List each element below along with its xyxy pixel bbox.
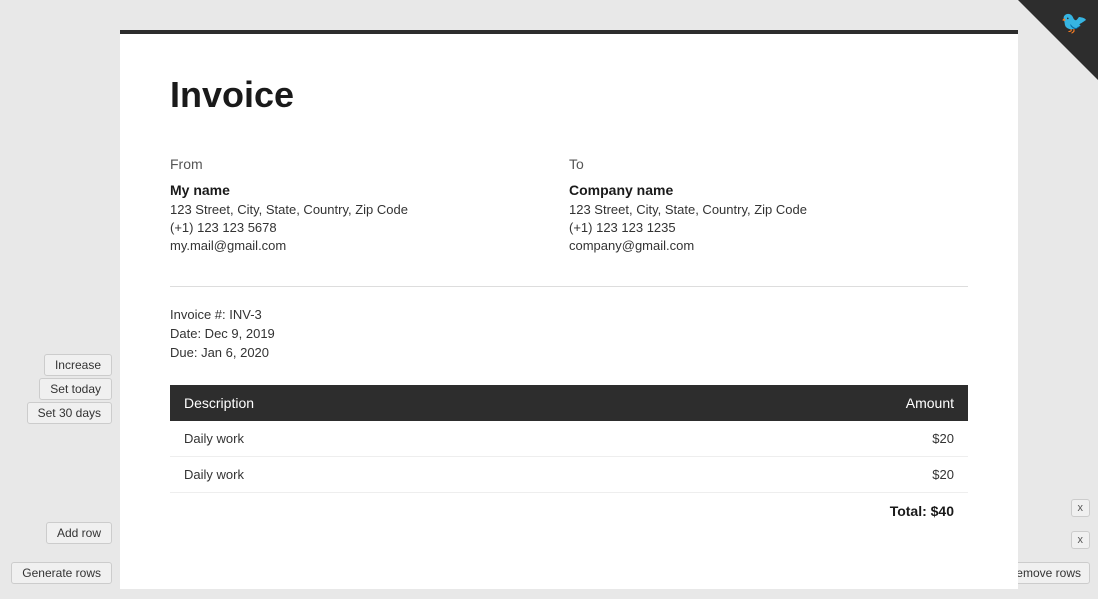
invoice-title: Invoice <box>170 74 968 116</box>
from-label: From <box>170 156 569 172</box>
generate-rows-button[interactable]: Generate rows <box>11 562 112 584</box>
table-row: Daily work$20 <box>170 421 968 457</box>
amount-header: Amount <box>619 385 968 421</box>
to-label: To <box>569 156 968 172</box>
table-header-row: Description Amount <box>170 385 968 421</box>
invoice-meta: Invoice #: INV-3 Date: Dec 9, 2019 Due: … <box>170 307 968 360</box>
amount-cell: $20 <box>619 421 968 457</box>
invoice-document: Invoice From My name 123 Street, City, S… <box>120 30 1018 589</box>
to-block: To Company name 123 Street, City, State,… <box>569 156 968 256</box>
to-phone: (+1) 123 123 1235 <box>569 220 968 235</box>
description-cell: Daily work <box>170 457 619 493</box>
set-30-days-button[interactable]: Set 30 days <box>27 402 112 424</box>
total-label: Total: $40 <box>890 503 954 519</box>
invoice-date: Date: Dec 9, 2019 <box>170 326 968 341</box>
corner-icon: 🐦 <box>1061 10 1088 36</box>
from-email: my.mail@gmail.com <box>170 238 569 253</box>
from-phone: (+1) 123 123 5678 <box>170 220 569 235</box>
left-sidebar: Increase Set today Set 30 days <box>0 0 120 599</box>
set-today-button[interactable]: Set today <box>39 378 112 400</box>
divider <box>170 286 968 287</box>
right-sidebar: x x Remove rows <box>1018 0 1098 599</box>
invoice-number: Invoice #: INV-3 <box>170 307 968 322</box>
address-section: From My name 123 Street, City, State, Co… <box>170 156 968 256</box>
to-address: 123 Street, City, State, Country, Zip Co… <box>569 202 968 217</box>
to-name: Company name <box>569 182 968 198</box>
generate-rows-container: Generate rows <box>0 562 120 584</box>
from-address: 123 Street, City, State, Country, Zip Co… <box>170 202 569 217</box>
increase-button[interactable]: Increase <box>44 354 112 376</box>
remove-row-2-button[interactable]: x <box>1071 531 1091 549</box>
invoice-table: Description Amount Daily work$20Daily wo… <box>170 385 968 493</box>
table-row: Daily work$20 <box>170 457 968 493</box>
to-email: company@gmail.com <box>569 238 968 253</box>
remove-row-1-button[interactable]: x <box>1071 499 1091 517</box>
invoice-due: Due: Jan 6, 2020 <box>170 345 968 360</box>
description-cell: Daily work <box>170 421 619 457</box>
description-header: Description <box>170 385 619 421</box>
amount-cell: $20 <box>619 457 968 493</box>
from-block: From My name 123 Street, City, State, Co… <box>170 156 569 256</box>
from-name: My name <box>170 182 569 198</box>
add-row-container: Add row <box>0 522 120 544</box>
total-row: Total: $40 <box>170 493 968 529</box>
add-row-button[interactable]: Add row <box>46 522 112 544</box>
